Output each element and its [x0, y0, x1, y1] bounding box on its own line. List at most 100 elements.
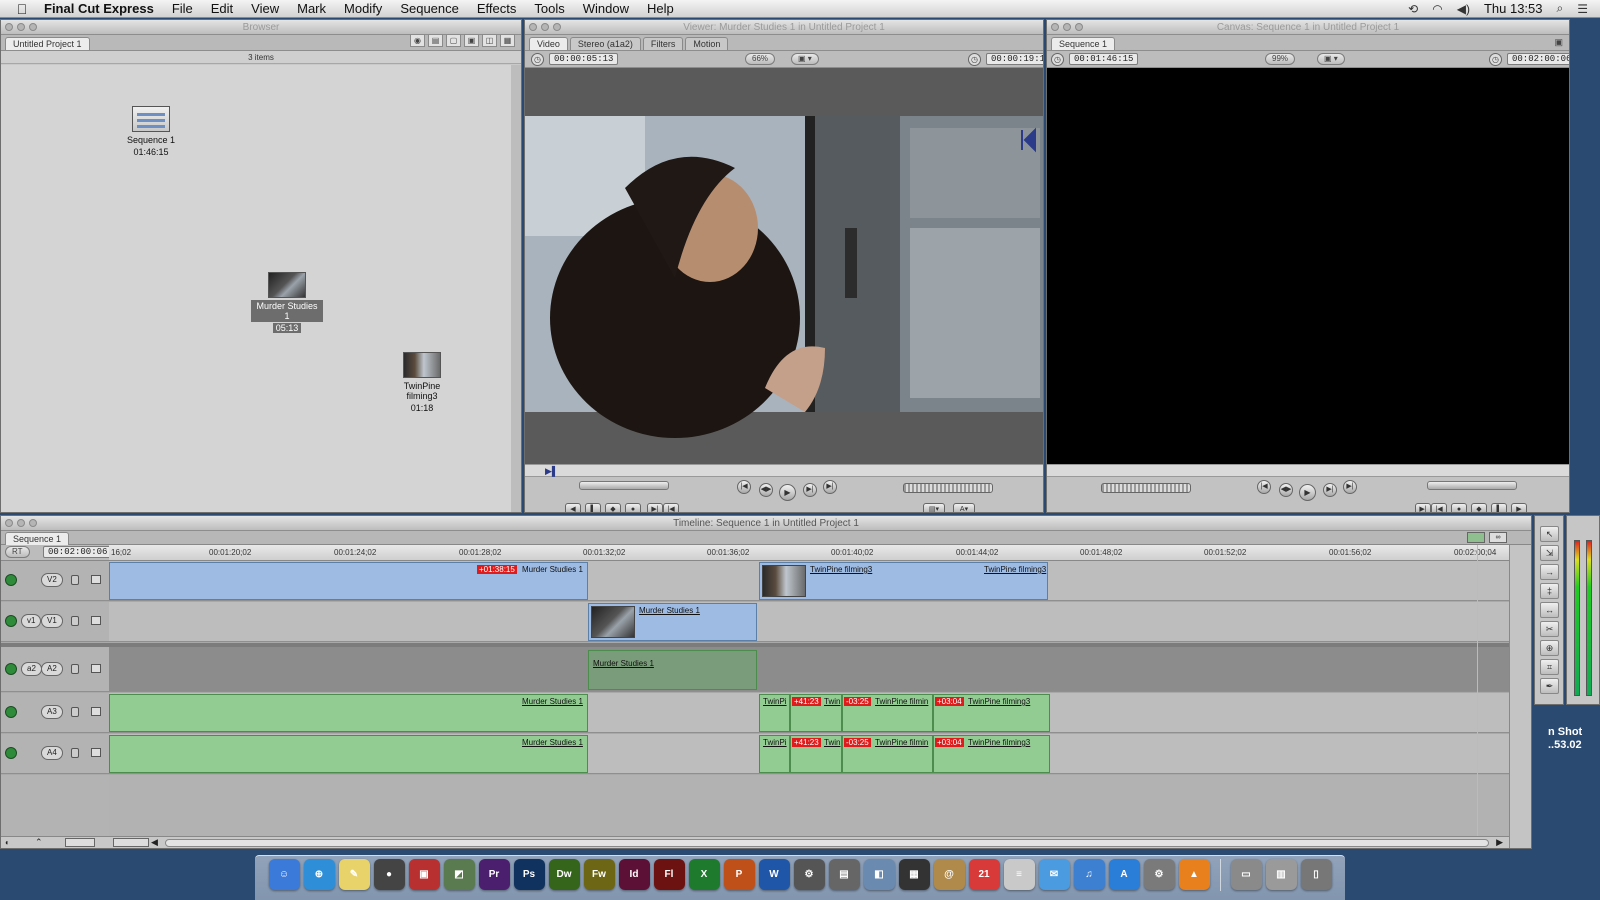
view-large-icon-button[interactable]: ◫	[482, 34, 497, 47]
zoom-button[interactable]	[553, 23, 561, 31]
track-a2[interactable]: Murder Studies 1	[109, 647, 1509, 692]
auto-select-icon[interactable]	[91, 664, 101, 673]
menu-help[interactable]: Help	[647, 1, 674, 16]
zoom-button[interactable]	[1075, 23, 1083, 31]
viewer-zoom-popup[interactable]: 66%	[745, 53, 776, 65]
clip-twinpine-a4-seg3[interactable]: -03:25 TwinPine filmin	[842, 735, 933, 773]
canvas-view-popup[interactable]: ▣ ▾	[1317, 53, 1345, 65]
track-visibility-toggle[interactable]	[5, 574, 17, 586]
track-v1[interactable]: Murder Studies 1	[109, 602, 1509, 642]
track-visibility-toggle[interactable]	[5, 615, 17, 627]
menu-effects[interactable]: Effects	[477, 1, 517, 16]
canvas-duration-timecode[interactable]: 00:01:46:15	[1069, 53, 1139, 65]
dock-address-book-icon[interactable]: @	[933, 859, 965, 890]
dock-dreamweaver-icon[interactable]: Dw	[548, 859, 580, 890]
auto-select-icon[interactable]	[91, 748, 101, 757]
tab-sequence-1[interactable]: Sequence 1	[5, 532, 70, 545]
clip-twinpine-a4-seg4[interactable]: +03:04 TwinPine filming3	[933, 735, 1050, 773]
dock-documents-icon[interactable]: ▭	[1230, 859, 1262, 890]
slip-tool-icon[interactable]: ↔	[1540, 602, 1559, 618]
dock-fireworks-icon[interactable]: Fw	[583, 859, 615, 890]
go-to-prev-edit-button[interactable]: |◀	[1257, 480, 1271, 494]
add-keyframe-button[interactable]: ◆	[1471, 503, 1487, 512]
viewer-titlebar[interactable]: Viewer: Murder Studies 1 in Untitled Pro…	[525, 20, 1043, 35]
track-select-tool-icon[interactable]: →	[1540, 564, 1559, 580]
track-destination-v2[interactable]: V2	[41, 573, 63, 587]
in-point-marker[interactable]: ▶▌	[545, 466, 558, 477]
dock-preview-icon[interactable]: ◧	[863, 859, 895, 890]
tab-stereo[interactable]: Stereo (a1a2)	[569, 37, 641, 50]
go-to-next-edit-button[interactable]: ▶|	[823, 480, 837, 494]
auto-select-icon[interactable]	[91, 616, 101, 625]
add-marker-button[interactable]: ●	[1451, 503, 1467, 512]
dock-ical-icon[interactable]: 21	[968, 859, 1000, 890]
edit-selection-tool-icon[interactable]: ⇲	[1540, 545, 1559, 561]
track-audible-toggle[interactable]	[5, 706, 17, 718]
close-button[interactable]	[5, 23, 13, 31]
dock-flash-icon[interactable]: Fl	[653, 859, 685, 890]
dock-vlc-icon[interactable]: ▲	[1178, 859, 1210, 890]
dock-final-cut-icon[interactable]: ▦	[898, 859, 930, 890]
dock-facetime-icon[interactable]: ●	[373, 859, 405, 890]
close-button[interactable]	[1051, 23, 1059, 31]
zoom-button[interactable]	[29, 519, 37, 527]
dock-word-icon[interactable]: W	[758, 859, 790, 890]
dock-ichat-icon[interactable]: ✉	[1038, 859, 1070, 890]
mark-in-button[interactable]: ▶|	[1415, 503, 1431, 512]
browser-item-murder-studies[interactable]: Murder Studies 1 05:13	[251, 272, 323, 334]
dock-excel-icon[interactable]: X	[688, 859, 720, 890]
browser-titlebar[interactable]: Browser	[1, 20, 521, 35]
play-in-to-out-button[interactable]: ◀▶	[759, 483, 773, 497]
view-arrange-button[interactable]: ▦	[500, 34, 515, 47]
source-control-a2[interactable]: a2	[21, 662, 42, 676]
tab-untitled-project[interactable]: Untitled Project 1	[5, 37, 90, 50]
add-marker-button[interactable]: ●	[625, 503, 641, 512]
mark-out-button[interactable]: |◀	[663, 503, 679, 512]
close-button[interactable]	[529, 23, 537, 31]
dock-photo-booth-icon[interactable]: ▣	[408, 859, 440, 890]
clip-overlays-toggle[interactable]: ⌃	[35, 837, 43, 848]
viewer-shuttle[interactable]	[903, 483, 993, 493]
canvas-screen[interactable]	[1047, 68, 1569, 464]
minimize-button[interactable]	[17, 519, 25, 527]
timeline-current-timecode[interactable]: 00:02:00:06	[43, 546, 113, 558]
menubar-clock[interactable]: Thu 13:53	[1484, 1, 1543, 16]
clip-twinpine-a3-seg1[interactable]: TwinPi	[759, 694, 790, 732]
close-button[interactable]	[5, 519, 13, 527]
tab-filters[interactable]: Filters	[642, 37, 684, 50]
view-small-icon-button[interactable]: ▢	[446, 34, 461, 47]
clip-murder-studies-v2[interactable]: +01:38:15 Murder Studies 1	[109, 562, 588, 600]
dock-iphoto-icon[interactable]: ◩	[443, 859, 475, 890]
clip-twinpine-a3-seg2[interactable]: +41:23 Twin	[790, 694, 842, 732]
timeline-vertical-scrollbar[interactable]	[1509, 545, 1531, 848]
clip-twinpine-a4-seg2[interactable]: +41:23 Twin	[790, 735, 842, 773]
dock-finder-icon[interactable]: ☺	[268, 859, 300, 890]
view-medium-icon-button[interactable]: ▣	[464, 34, 479, 47]
spotlight-search-icon[interactable]: ⌕	[1557, 1, 1564, 16]
dock-trash-icon[interactable]: ▯	[1300, 859, 1332, 890]
dock-image-capture-icon[interactable]: ▤	[828, 859, 860, 890]
dock-indesign-icon[interactable]: Id	[618, 859, 650, 890]
lock-icon[interactable]	[71, 748, 79, 758]
mark-in-button[interactable]: ▶|	[647, 503, 663, 512]
menu-sequence[interactable]: Sequence	[400, 1, 459, 16]
dock-downloads-icon[interactable]: ▥	[1265, 859, 1297, 890]
browser-pane[interactable]: Sequence 1 01:46:15 Murder Studies 1 05:…	[1, 65, 511, 512]
dock-textedit-icon[interactable]: ≡	[1003, 859, 1035, 890]
lock-icon[interactable]	[71, 616, 79, 626]
tab-motion[interactable]: Motion	[685, 37, 729, 50]
clip-murder-studies-a3[interactable]: Murder Studies 1	[109, 694, 588, 732]
lock-icon[interactable]	[71, 707, 79, 717]
viewer-scrubber-bar[interactable]: ▶▌	[525, 464, 1043, 477]
generator-popup[interactable]: A▾	[953, 503, 975, 512]
selection-tool-icon[interactable]: ↖	[1540, 526, 1559, 542]
wifi-icon[interactable]: ◠	[1432, 2, 1442, 16]
timeline-titlebar[interactable]: Timeline: Sequence 1 in Untitled Project…	[1, 516, 1531, 531]
canvas-play-button[interactable]: ▶	[1299, 484, 1316, 501]
track-destination-a4[interactable]: A4	[41, 746, 63, 760]
crop-tool-icon[interactable]: ⌗	[1540, 659, 1559, 675]
dock-utility-icon[interactable]: ⚙	[793, 859, 825, 890]
source-control-v1[interactable]: v1	[21, 614, 42, 628]
minimize-button[interactable]	[541, 23, 549, 31]
zoom-button[interactable]	[29, 23, 37, 31]
